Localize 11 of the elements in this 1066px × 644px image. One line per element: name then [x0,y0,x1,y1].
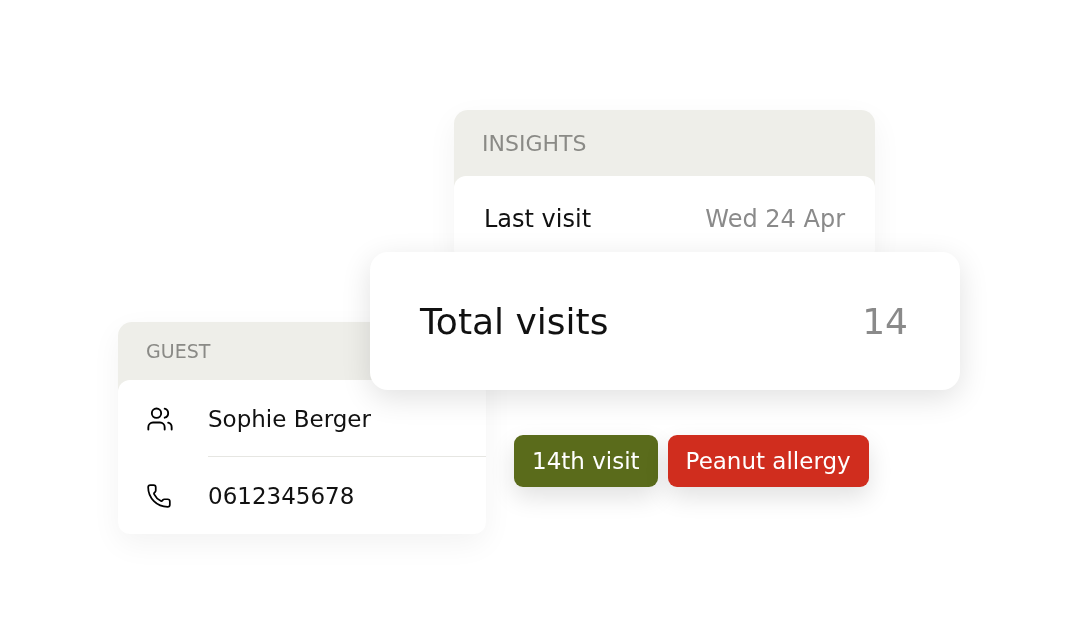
phone-icon [146,482,172,509]
section-title: INSIGHTS [481,129,588,158]
row-value: Wed 24 Apr [705,205,845,233]
section-title: GUEST [145,339,212,364]
stat-label: Total visits [420,300,609,342]
tag: Peanut allergy [667,435,869,487]
guest-detail: 0612345678 [208,482,355,509]
stat-value: 14 [862,300,908,342]
tag: 14th visit [514,435,658,487]
row-label: Last visit [484,205,592,233]
guest-detail: Sophie Berger [208,405,371,432]
